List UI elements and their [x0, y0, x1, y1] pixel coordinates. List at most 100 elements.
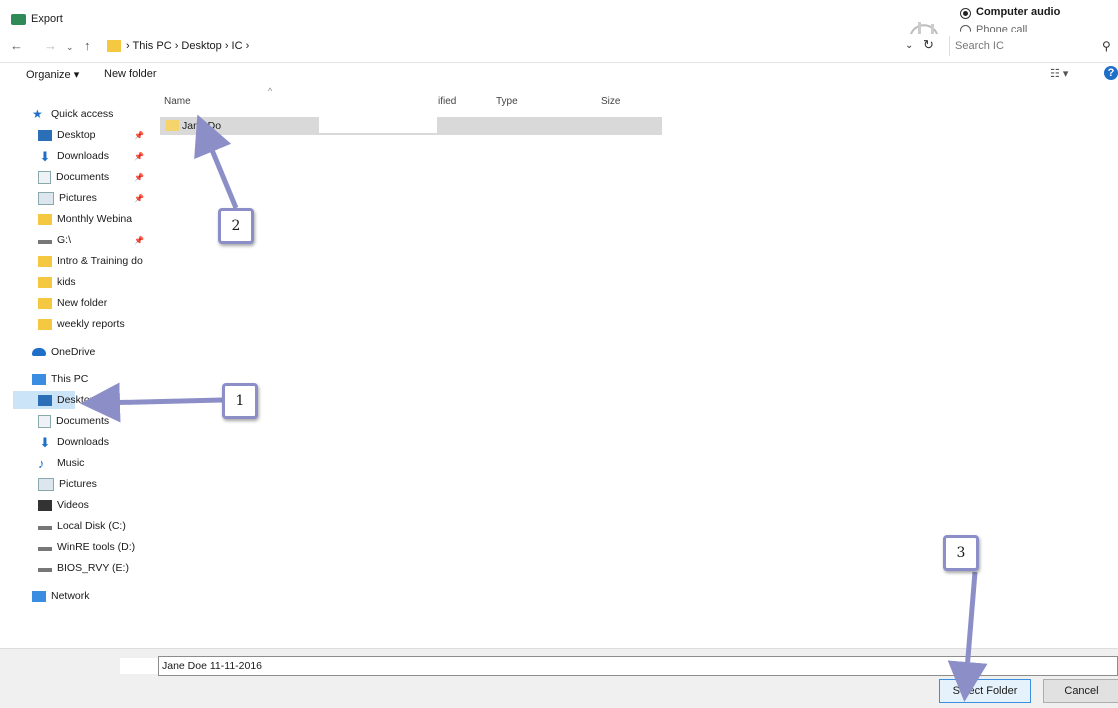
folder-icon	[38, 276, 52, 288]
recent-dropdown-icon[interactable]: ⌄	[66, 42, 74, 53]
nav-pc-winre[interactable]: WinRE tools (D:)	[38, 538, 135, 556]
nav-pc-local-disk[interactable]: Local Disk (C:)	[38, 517, 126, 535]
column-header-size[interactable]: Size	[601, 96, 620, 107]
file-name[interactable]: Jane Do	[182, 120, 221, 132]
nav-label: Network	[51, 590, 90, 602]
desktop-icon	[38, 394, 52, 406]
column-header-name[interactable]: Name	[164, 96, 191, 107]
search-icon[interactable]: ⚲	[1102, 39, 1111, 53]
refresh-icon[interactable]: ↻	[923, 37, 934, 53]
address-dropdown-icon[interactable]: ⌄	[905, 40, 913, 51]
drive-icon	[38, 526, 52, 530]
nav-pc-bios[interactable]: BIOS_RVY (E:)	[38, 559, 129, 577]
nav-label: New folder	[57, 297, 108, 309]
forward-icon[interactable]: →	[44, 38, 57, 53]
new-folder-button[interactable]: New folder	[104, 68, 157, 80]
column-header-type[interactable]: Type	[496, 96, 518, 107]
nav-label: Videos	[57, 499, 89, 511]
breadcrumb[interactable]: › This PC › Desktop › IC ›	[126, 40, 249, 52]
pictures-icon	[38, 191, 54, 205]
network-icon	[32, 590, 46, 602]
nav-item-g-drive[interactable]: G:\	[38, 231, 71, 249]
folder-name-input[interactable]	[158, 656, 1118, 676]
nav-label: This PC	[51, 373, 89, 385]
select-folder-button[interactable]: Select Folder	[939, 679, 1031, 703]
nav-onedrive[interactable]: OneDrive	[32, 343, 95, 361]
star-icon: ★	[32, 106, 43, 121]
nav-label: Downloads	[57, 150, 109, 162]
callout-3: 3	[943, 535, 979, 571]
nav-pc-pictures[interactable]: Pictures	[38, 475, 97, 493]
pin-icon[interactable]: 📌	[134, 152, 144, 161]
nav-item-weekly-reports[interactable]: weekly reports	[38, 315, 125, 333]
nav-label: Music	[57, 457, 85, 469]
nav-item-intro-training[interactable]: Intro & Training do	[38, 252, 143, 270]
pin-icon[interactable]: 📌	[134, 173, 144, 182]
nav-network[interactable]: Network	[32, 587, 90, 605]
nav-label: Desktop	[57, 394, 96, 406]
drive-icon	[38, 568, 52, 572]
title-bar	[0, 0, 1118, 32]
nav-label: Pictures	[59, 192, 97, 204]
music-icon: ♪	[38, 455, 45, 471]
cancel-button[interactable]: Cancel	[1043, 679, 1118, 703]
nav-label: weekly reports	[57, 318, 125, 330]
command-bar	[0, 62, 1118, 91]
nav-this-pc[interactable]: This PC	[32, 370, 88, 388]
nav-item-new-folder[interactable]: New folder	[38, 294, 107, 312]
nav-label: Pictures	[59, 478, 97, 490]
nav-label: Quick access	[51, 108, 114, 120]
nav-label: Documents	[56, 415, 110, 427]
nav-label: Desktop	[57, 129, 96, 141]
folder-icon	[38, 255, 52, 267]
nav-label: G:\	[57, 234, 72, 246]
desktop-icon	[38, 129, 52, 141]
help-icon[interactable]: ?	[1104, 66, 1118, 80]
folder-icon	[38, 213, 52, 225]
nav-pc-music[interactable]: ♪ Music	[38, 454, 84, 472]
change-view-button[interactable]: ☷ ▾	[1050, 67, 1068, 80]
nav-quick-access[interactable]: ★ Quick access	[32, 105, 113, 123]
folder-icon	[38, 297, 52, 309]
nav-item-pictures[interactable]: Pictures	[38, 189, 97, 207]
onedrive-icon	[32, 348, 46, 356]
pin-icon[interactable]: 📌	[134, 194, 144, 203]
computer-audio-radio[interactable]	[960, 8, 971, 19]
column-header-modified[interactable]: ified	[438, 96, 456, 107]
nav-label: Local Disk (C:)	[57, 520, 126, 532]
folder-icon	[107, 40, 121, 52]
headset-icon	[910, 22, 938, 35]
nav-label: Intro & Training do	[57, 255, 143, 267]
back-icon[interactable]: ←	[10, 38, 23, 53]
app-icon	[11, 14, 26, 25]
pin-icon[interactable]: 📌	[134, 131, 144, 140]
nav-pc-videos[interactable]: Videos	[38, 496, 89, 514]
up-icon[interactable]: ↑	[84, 38, 91, 53]
nav-item-desktop[interactable]: Desktop	[38, 126, 96, 144]
computer-audio-label: Computer audio	[976, 6, 1061, 18]
folder-icon	[38, 318, 52, 330]
pictures-icon	[38, 477, 54, 491]
nav-item-monthly-webinar[interactable]: Monthly Webina	[38, 210, 132, 228]
download-icon: ⬇	[39, 148, 51, 164]
phone-call-radio[interactable]	[960, 25, 971, 32]
nav-label: kids	[57, 276, 76, 288]
folder-icon	[166, 120, 179, 131]
sort-caret-icon: ^	[268, 86, 273, 96]
organize-button[interactable]: Organize ▾	[26, 68, 79, 81]
nav-item-documents[interactable]: Documents	[38, 168, 109, 186]
callout-2: 2	[218, 208, 254, 244]
nav-item-kids[interactable]: kids	[38, 273, 76, 291]
nav-item-downloads[interactable]: ⬇ Downloads	[38, 147, 109, 165]
document-icon	[38, 414, 51, 428]
nav-pc-documents[interactable]: Documents	[38, 412, 109, 430]
nav-label: WinRE tools (D:)	[57, 541, 136, 553]
pin-icon[interactable]: 📌	[134, 236, 144, 245]
nav-pc-desktop[interactable]: Desktop	[38, 391, 96, 409]
redaction-box	[707, 72, 807, 92]
video-icon	[38, 499, 52, 511]
document-icon	[38, 170, 51, 184]
arrow-2	[194, 114, 239, 209]
nav-pc-downloads[interactable]: ⬇ Downloads	[38, 433, 109, 451]
folder-name-value: Jane Doe 11-11-2016	[162, 660, 263, 672]
